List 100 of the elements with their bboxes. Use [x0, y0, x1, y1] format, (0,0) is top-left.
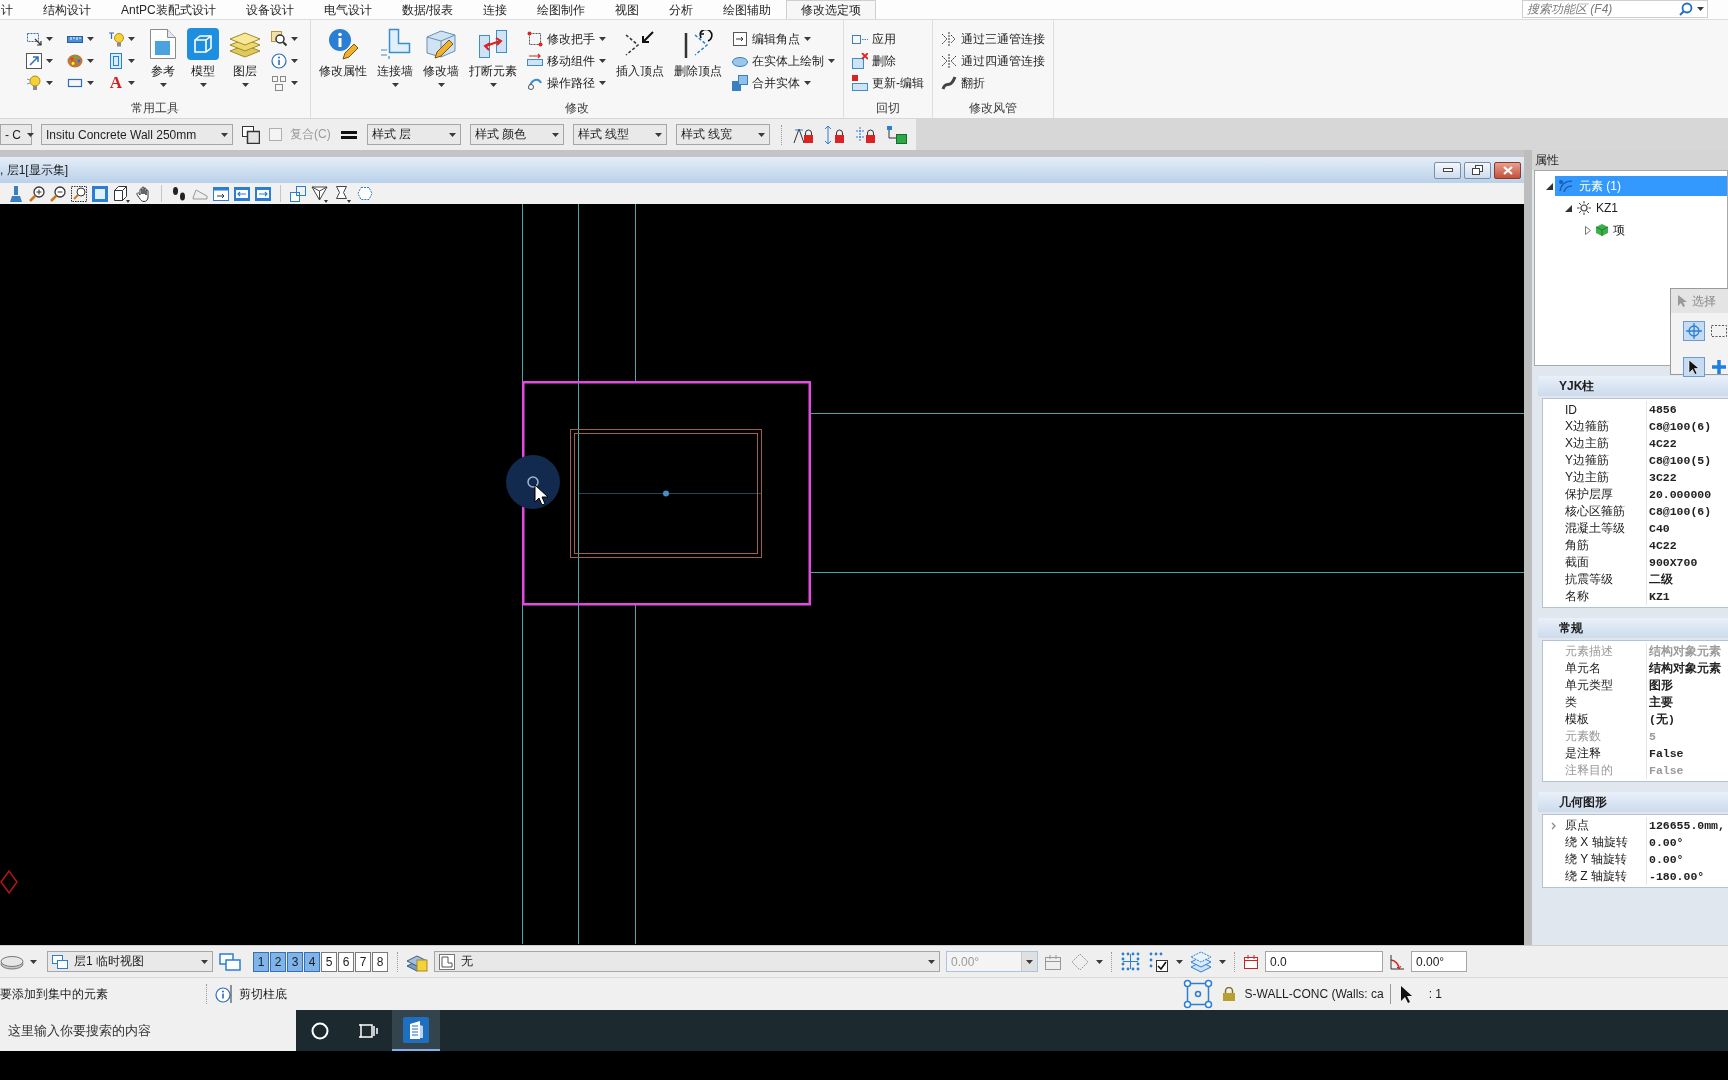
ribbon-button[interactable]: 移动组件 [525, 50, 608, 72]
grip-handle[interactable] [506, 455, 560, 509]
section-header[interactable]: 几何图形 [1538, 792, 1728, 812]
tree-item[interactable]: 项 [1593, 220, 1727, 240]
ribbon-tab[interactable]: 计 [0, 0, 28, 19]
stack-icon[interactable] [1189, 950, 1213, 973]
ribbon-button[interactable]: 翻折 [939, 72, 1047, 94]
angle-icon[interactable] [1389, 953, 1405, 970]
ribbon-tab[interactable]: 连接 [468, 0, 523, 19]
minimize-button[interactable] [1434, 161, 1461, 179]
caret-icon [1026, 959, 1033, 964]
clip-mask-icon[interactable] [334, 184, 352, 203]
ribbon-button[interactable]: 删除顶点 [672, 28, 724, 100]
ribbon-tab[interactable]: 修改选定项 [786, 0, 877, 19]
ribbon-button[interactable]: 修改属性 [317, 28, 369, 100]
ribbon-tab[interactable]: AntPC装配式设计 [106, 0, 231, 19]
ribbon-button[interactable]: 通过三通管连接 [939, 28, 1047, 50]
ribbon-tab[interactable]: 绘图制作 [522, 0, 601, 19]
ribbon-tab[interactable]: 绘图辅助 [708, 0, 787, 19]
dot-grid-icon[interactable] [1120, 950, 1142, 973]
footprints-icon[interactable] [171, 185, 187, 202]
brush-icon[interactable] [8, 185, 24, 202]
style-dropdown[interactable]: 样式 颜色 [469, 124, 564, 145]
triangle-prism-icon[interactable] [311, 184, 329, 203]
dropdown[interactable]: - C [0, 124, 32, 145]
section-header[interactable]: YJK柱 [1538, 376, 1728, 396]
column-outline[interactable] [522, 381, 811, 606]
tool-button[interactable] [1683, 357, 1705, 377]
ribbon-button[interactable]: 图层 [227, 28, 263, 100]
hand-icon[interactable] [136, 185, 152, 202]
style-dropdown[interactable]: 样式 线型 [572, 124, 667, 145]
style-dropdown[interactable]: 样式 线宽 [675, 124, 770, 145]
property-value: 图形 [1646, 677, 1728, 694]
dropdown-button[interactable] [1021, 952, 1037, 971]
zoom-out-icon[interactable] [50, 185, 66, 202]
ribbon-tab[interactable]: 设备设计 [230, 0, 309, 19]
selection-box-icon[interactable] [1182, 979, 1213, 1009]
lock-icon[interactable] [823, 124, 846, 145]
next-view-icon[interactable] [255, 186, 271, 201]
ribbon-button[interactable]: A [106, 72, 137, 94]
view-cube-icon[interactable] [113, 184, 131, 203]
ribbon-button[interactable]: 打断元素 [467, 28, 519, 100]
previous-view-icon[interactable] [234, 186, 250, 201]
restore-button[interactable] [1464, 161, 1491, 179]
view-number-button[interactable]: 3 [287, 951, 303, 972]
zoom-in-icon[interactable] [29, 185, 45, 202]
ribbon-tab[interactable]: 分析 [654, 0, 709, 19]
ribbon-button[interactable]: 模型 [185, 28, 221, 100]
level-dropdown[interactable]: 无 [434, 951, 940, 972]
ribbon-button[interactable]: 删除 [850, 50, 926, 72]
tree-item[interactable]: KZ1 [1574, 198, 1727, 218]
padlock-icon[interactable] [1221, 987, 1236, 1001]
rotation-field[interactable]: 0.00° [1411, 951, 1467, 972]
view-number-button[interactable]: 4 [304, 951, 320, 972]
circle-icon[interactable] [311, 1021, 329, 1040]
ribbon-button[interactable]: 插入顶点 [614, 28, 666, 100]
ribbon-button[interactable]: 编辑角点 [730, 28, 837, 50]
ribbon-button[interactable]: 修改把手 [525, 28, 608, 50]
view-number-button[interactable]: 1 [253, 951, 269, 972]
windows-icon[interactable] [242, 125, 260, 144]
checklist-icon[interactable] [1148, 950, 1170, 973]
ribbon-button[interactable]: 合并实体 [730, 72, 837, 94]
view-number-button[interactable]: 2 [270, 951, 286, 972]
node-icon[interactable] [885, 124, 908, 145]
style-dropdown[interactable]: 样式 层 [366, 124, 461, 145]
clip-icon[interactable] [357, 185, 373, 202]
ribbon-button[interactable]: 操作路径 [525, 72, 608, 94]
lock-icon[interactable] [854, 124, 877, 145]
ribbon-tab[interactable]: 电气设计 [308, 0, 387, 19]
section-header[interactable]: 常规 [1538, 618, 1728, 638]
ribbon-tab[interactable]: 视图 [600, 0, 655, 19]
ribbon-tab[interactable]: 结构设计 [28, 0, 106, 19]
ribbon-button[interactable]: 应用 [850, 28, 926, 50]
ribbon-search-field[interactable]: 搜索功能区 (F4) [1522, 0, 1708, 18]
close-button[interactable] [1494, 161, 1521, 179]
view-dropdown[interactable]: 层1 临时视图 [47, 951, 213, 972]
taskbar-search-field[interactable]: 这里输入你要搜索的内容 [0, 1010, 296, 1051]
copy-view-icon[interactable] [290, 185, 306, 202]
view-number-button[interactable]: 7 [355, 951, 371, 972]
zoom-window-icon[interactable] [71, 185, 87, 202]
view-number-button[interactable]: 5 [321, 951, 337, 972]
ribbon-button[interactable]: 在实体上绘制 [730, 50, 837, 72]
template-dropdown[interactable]: Insitu Concrete Wall 250mm [41, 124, 233, 145]
ribbon-button[interactable]: 更新-编辑 [850, 72, 926, 94]
ribbon-button[interactable]: 修改墙 [421, 28, 461, 100]
calendar-icon[interactable] [1243, 954, 1259, 969]
task-view-icon[interactable] [358, 1021, 378, 1040]
caret-icon [757, 132, 765, 137]
elevation-field[interactable]: 0.0 [1265, 951, 1383, 972]
disk-icon[interactable] [0, 953, 24, 970]
ribbon-button[interactable] [269, 50, 300, 72]
taskbar-app-button[interactable] [392, 1010, 440, 1051]
fit-view-icon[interactable] [92, 185, 108, 202]
ribbon-button[interactable]: 参考 [147, 28, 179, 100]
ribbon-tab[interactable]: 数据/报表 [386, 0, 469, 19]
ribbon-button[interactable]: 连接墙 [375, 28, 415, 100]
ribbon-button[interactable] [24, 50, 55, 72]
view-number-button[interactable]: 6 [338, 951, 354, 972]
view-number-button[interactable]: 8 [372, 951, 388, 972]
ribbon-button[interactable]: 通过四通管连接 [939, 50, 1047, 72]
